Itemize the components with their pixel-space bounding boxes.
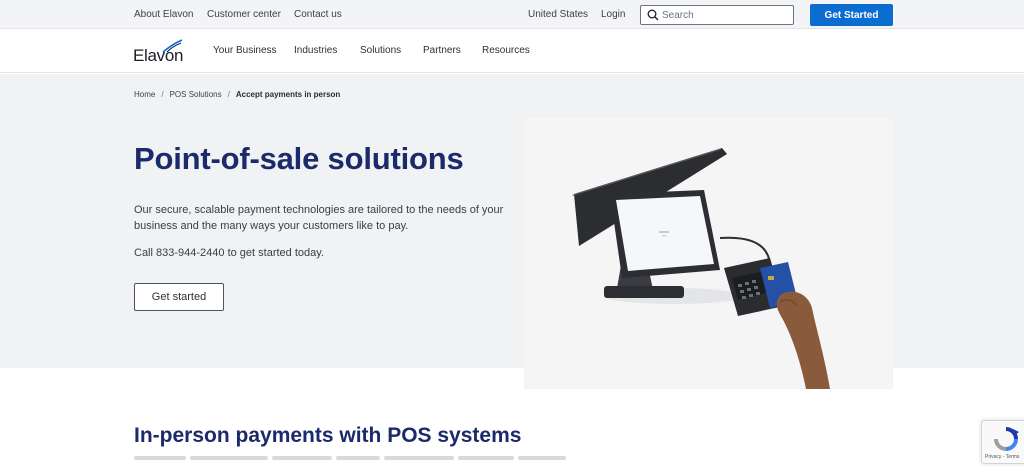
hero-call-text: Call 833-944-2440 to get started today.: [134, 247, 324, 259]
search-icon: [647, 9, 659, 21]
breadcrumb-separator: /: [227, 90, 230, 99]
utility-bar: About Elavon Customer center Contact us …: [0, 0, 1024, 29]
about-elavon-link[interactable]: About Elavon: [134, 9, 194, 20]
get-started-button[interactable]: Get started: [134, 283, 224, 311]
recaptcha-links[interactable]: Privacy - Terms: [985, 454, 1019, 460]
breadcrumb-pos-solutions[interactable]: POS Solutions: [170, 90, 222, 99]
elavon-logo[interactable]: Elavon: [133, 39, 193, 67]
breadcrumb: Home / POS Solutions / Accept payments in pe…: [134, 90, 340, 99]
nav-solutions[interactable]: Solutions: [360, 45, 401, 56]
recaptcha-badge[interactable]: Privacy - Terms: [981, 420, 1024, 464]
nav-your-business[interactable]: Your Business: [213, 45, 277, 56]
get-started-top-button[interactable]: Get Started: [810, 4, 893, 26]
customer-center-link[interactable]: Customer center: [207, 9, 281, 20]
main-nav: Elavon Your Business Industries Solution…: [0, 29, 1024, 73]
search-box[interactable]: [640, 5, 794, 25]
login-link[interactable]: Login: [601, 9, 625, 20]
hero-description: Our secure, scalable payment technologie…: [134, 204, 504, 232]
breadcrumb-separator: /: [161, 90, 164, 99]
pos-terminal-image: [524, 118, 893, 389]
recaptcha-icon: [994, 427, 1019, 451]
nav-resources[interactable]: Resources: [482, 45, 530, 56]
breadcrumb-current: Accept payments in person: [235, 90, 341, 99]
region-selector[interactable]: United States: [528, 9, 588, 20]
page-title: Point-of-sale solutions: [134, 141, 464, 176]
pos-terminal-illustration: [572, 148, 830, 389]
search-input[interactable]: [662, 8, 790, 22]
contact-us-link[interactable]: Contact us: [294, 9, 342, 20]
breadcrumb-home[interactable]: Home: [134, 90, 155, 99]
section-title: In-person payments with POS systems: [134, 424, 522, 447]
logo-wordmark: Elavon: [133, 46, 184, 65]
nav-industries[interactable]: Industries: [294, 45, 337, 56]
faded-paragraph: [134, 456, 614, 462]
nav-partners[interactable]: Partners: [423, 45, 461, 56]
